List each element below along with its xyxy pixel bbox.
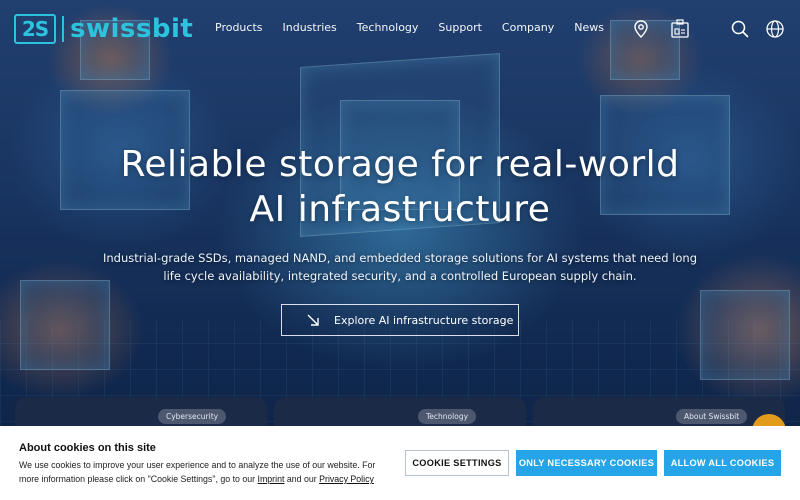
cookie-banner: About cookies on this site We use cookie… (0, 426, 800, 500)
logo-wordmark: swissbit (70, 14, 194, 44)
allow-all-cookies-button[interactable]: ALLOW ALL COOKIES (664, 450, 781, 476)
logo-mark: 2S (14, 14, 56, 44)
nav-item-industries[interactable]: Industries (283, 21, 337, 34)
hero-title: Reliable storage for real-world AI infra… (120, 144, 680, 230)
logo-separator (62, 16, 64, 42)
nav-item-company[interactable]: Company (502, 21, 554, 34)
cookie-text-connector: and our (284, 474, 320, 484)
explore-ai-storage-button[interactable]: Explore AI infrastructure storage (281, 304, 519, 336)
swissbit-logo[interactable]: 2S swissbit (14, 14, 193, 44)
main-nav: Products Industries Technology Support C… (215, 21, 624, 34)
imprint-link[interactable]: Imprint (258, 474, 285, 484)
arrow-down-right-icon (307, 314, 319, 326)
cookie-text: We use cookies to improve your user expe… (19, 458, 391, 486)
nav-item-technology[interactable]: Technology (357, 21, 419, 34)
nav-item-news[interactable]: News (574, 21, 604, 34)
nav-item-support[interactable]: Support (438, 21, 481, 34)
card-tag: Technology (418, 409, 477, 424)
globe-icon[interactable] (764, 18, 786, 40)
only-necessary-cookies-button[interactable]: ONLY NECESSARY COOKIES (516, 450, 657, 476)
cookie-title: About cookies on this site (19, 442, 156, 454)
cta-label: Explore AI infrastructure storage (334, 313, 514, 327)
cookie-settings-button[interactable]: COOKIE SETTINGS (405, 450, 509, 476)
site-header: 2S swissbit Products Industries Technolo… (0, 0, 800, 58)
card-tag: About Swissbit (676, 409, 748, 424)
contact-card-icon[interactable] (669, 18, 691, 40)
card-tag: Cybersecurity (158, 409, 227, 424)
hero-subtitle: Industrial-grade SSDs, managed NAND, and… (102, 251, 698, 283)
nav-item-products[interactable]: Products (215, 21, 263, 34)
search-icon[interactable] (729, 18, 751, 40)
privacy-policy-link[interactable]: Privacy Policy (319, 474, 374, 484)
location-pin-icon[interactable] (630, 18, 652, 40)
